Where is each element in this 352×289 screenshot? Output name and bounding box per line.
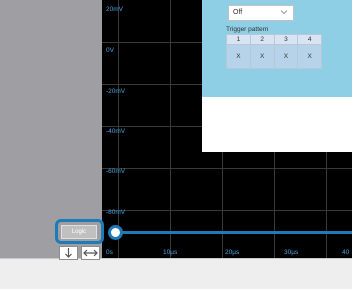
trigger-mode-dropdown[interactable]: Off [228, 5, 294, 21]
horizontal-resize-icon [83, 249, 98, 257]
grid-line [102, 168, 352, 169]
column-header: 3 [273, 34, 299, 45]
bottom-panel [0, 258, 352, 289]
y-axis-label: 20mV [106, 6, 123, 13]
trigger-pattern-label: Trigger pattern [226, 26, 269, 33]
y-axis-label: -20mV [106, 88, 126, 95]
column-header: 4 [297, 34, 322, 45]
trigger-pattern-table: 1 2 3 4 X X X X [226, 34, 322, 69]
callout-line [116, 231, 352, 234]
arrow-down-icon [65, 248, 72, 258]
callout-marker [108, 225, 123, 240]
x-axis-label: 30µs [284, 249, 299, 256]
pattern-cell[interactable]: X [273, 44, 299, 69]
x-axis-label: 20µs [225, 249, 240, 256]
x-axis-label: 40 [342, 249, 350, 256]
grid-line [102, 210, 352, 211]
dropdown-value: Off [233, 9, 243, 16]
column-header: 1 [226, 34, 251, 45]
y-axis-label: -40mV [106, 128, 126, 135]
x-axis-label: 0s [106, 249, 113, 256]
y-axis-label: -60mV [106, 168, 126, 175]
width-button[interactable] [81, 246, 100, 260]
pattern-cell[interactable]: X [297, 44, 322, 69]
y-axis-label: -80mV [106, 209, 126, 216]
y-axis-label: 0V [106, 47, 114, 54]
highlight-box [55, 219, 104, 244]
chevron-down-icon [280, 10, 288, 15]
grid-line [170, 0, 171, 258]
trigger-settings-popup [202, 0, 352, 152]
down-button[interactable] [59, 246, 78, 260]
column-header: 2 [249, 34, 275, 45]
pattern-cell[interactable]: X [226, 44, 251, 69]
x-axis-label: 10µs [163, 249, 178, 256]
pattern-cell[interactable]: X [249, 44, 275, 69]
